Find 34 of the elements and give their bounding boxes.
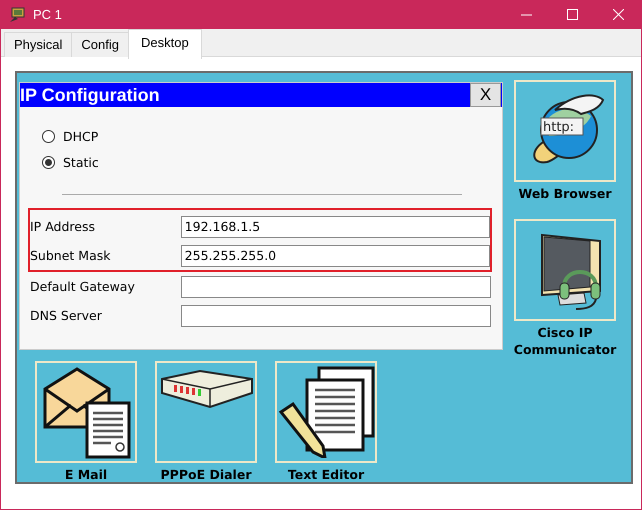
close-button[interactable]: X (470, 83, 501, 107)
app-tile[interactable] (514, 219, 616, 321)
radio-label: DHCP (63, 129, 98, 144)
app-tile[interactable] (155, 361, 257, 463)
field-label: Default Gateway (30, 279, 136, 294)
maximize-icon (566, 9, 578, 20)
tab[interactable]: Config (71, 32, 129, 57)
input-field[interactable]: 192.168.1.5 (180, 216, 490, 238)
input-field[interactable] (181, 304, 491, 326)
field-label: DNS Server (30, 308, 103, 323)
field-label: IP Address (30, 219, 96, 234)
close-icon (612, 9, 624, 20)
app-label: PPPoE Dialer (160, 466, 252, 483)
tab[interactable]: Desktop (128, 29, 202, 59)
app-tile[interactable] (275, 361, 377, 463)
radio-button[interactable] (42, 130, 55, 143)
app-label: Cisco IP Communicator (512, 324, 618, 358)
app-tile[interactable]: http: (514, 80, 616, 182)
radio-button[interactable] (42, 156, 55, 169)
input-field[interactable] (181, 276, 491, 298)
radio-label: Static (63, 155, 99, 170)
field-label: Subnet Mask (30, 248, 112, 263)
dialog-title: IP Configuration (20, 84, 160, 106)
modem-icon (158, 369, 254, 409)
pencil-documents-icon (277, 366, 375, 458)
app-tile[interactable] (35, 361, 137, 463)
app-label: Text Editor (288, 466, 364, 483)
input-field[interactable]: 255.255.255.0 (180, 244, 490, 266)
envelope-document-icon (41, 365, 131, 459)
computer-icon (9, 6, 27, 22)
app-label: E Mail (64, 466, 108, 483)
tab[interactable]: Physical (4, 32, 72, 57)
window-title: PC 1 (33, 7, 62, 22)
app-label: Web Browser (518, 185, 612, 202)
